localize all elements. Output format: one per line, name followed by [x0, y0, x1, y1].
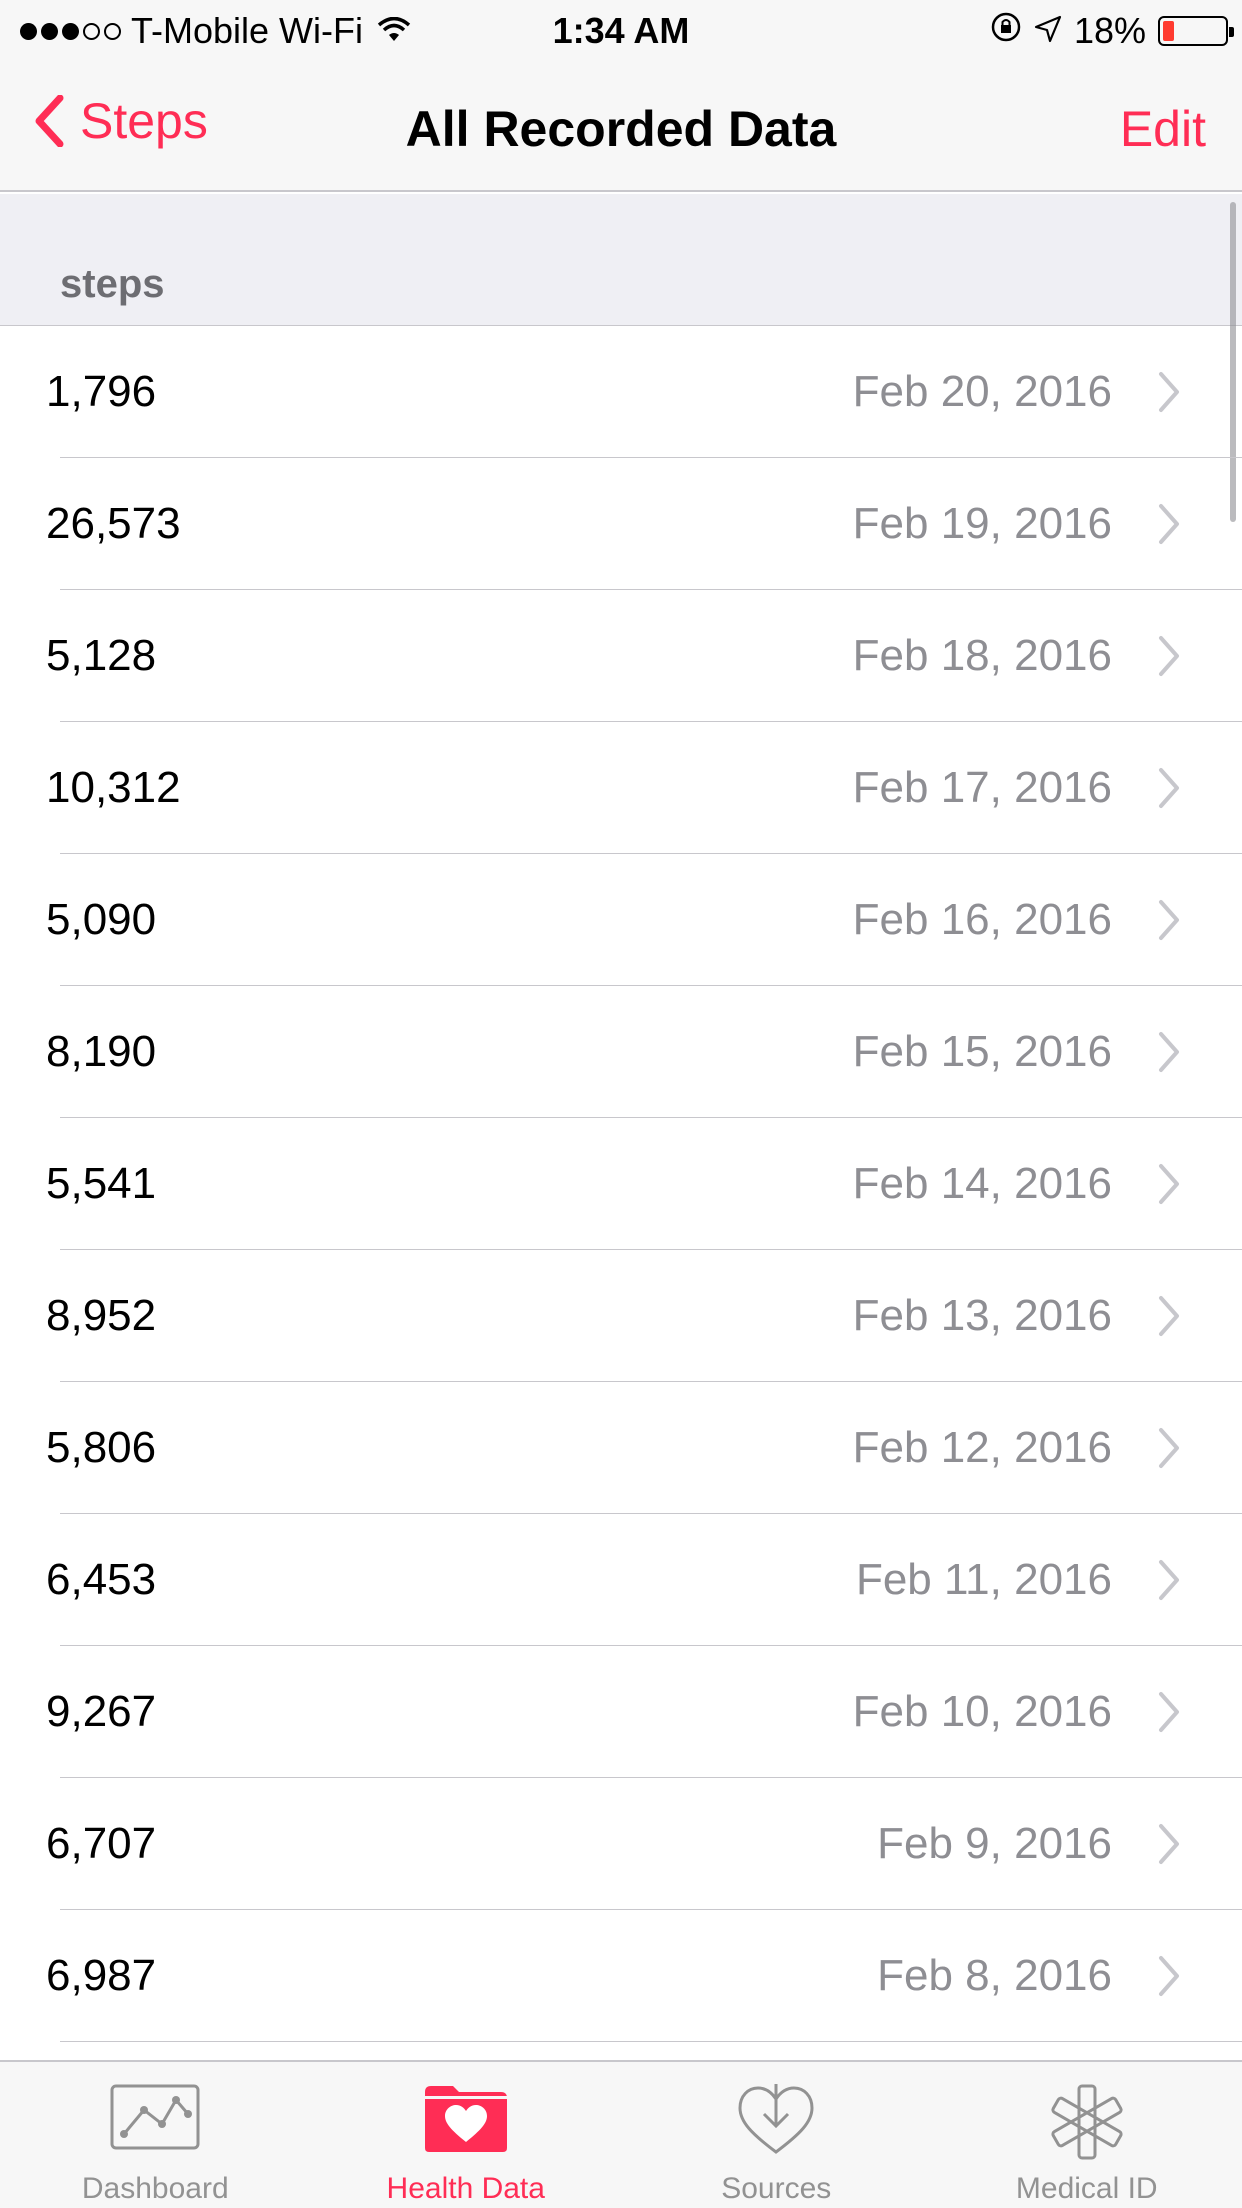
list-item[interactable]: 8,952 Feb 13, 2016 [0, 1250, 1242, 1382]
orientation-lock-icon [990, 10, 1022, 52]
list-item[interactable]: 6,707 Feb 9, 2016 [0, 1778, 1242, 1910]
record-date: Feb 11, 2016 [855, 1555, 1112, 1604]
record-date: Feb 18, 2016 [852, 631, 1112, 680]
list-item[interactable]: 8,190 Feb 15, 2016 [0, 986, 1242, 1118]
recorded-data-list: 1,796 Feb 20, 2016 26,573 Feb 19, 2016 5,128… [0, 326, 1242, 2042]
chevron-right-icon [1158, 1558, 1180, 1607]
chevron-right-icon [1158, 1030, 1180, 1079]
record-date: Feb 10, 2016 [852, 1687, 1112, 1736]
section-header-label: steps [60, 262, 165, 306]
tab-label: Dashboard [81, 2172, 229, 2205]
sources-download-heart-icon [734, 2084, 818, 2161]
record-date: Feb 15, 2016 [852, 1027, 1112, 1076]
record-date: Feb 17, 2016 [852, 763, 1112, 812]
list-item[interactable]: 1,796 Feb 20, 2016 [0, 326, 1242, 458]
status-bar: T-Mobile Wi-Fi 1:34 AM 18% [0, 0, 1242, 62]
step-count: 5,541 [46, 1159, 157, 1208]
record-date: Feb 19, 2016 [852, 499, 1112, 548]
health-data-folder-icon [423, 2084, 509, 2159]
step-count: 6,453 [46, 1555, 157, 1604]
record-date: Feb 13, 2016 [852, 1291, 1112, 1340]
step-count: 6,707 [46, 1819, 157, 1868]
navigation-bar: Steps All Recorded Data Edit [0, 62, 1242, 192]
step-count: 1,796 [46, 367, 157, 416]
step-count: 26,573 [46, 499, 181, 548]
tab-label: Health Data [386, 2172, 545, 2205]
section-header: steps [0, 194, 1242, 326]
chevron-right-icon [1158, 502, 1180, 551]
step-count: 6,987 [46, 1951, 157, 2000]
tab-label: Sources [721, 2172, 832, 2205]
battery-level [1163, 21, 1174, 41]
list-item[interactable]: 5,806 Feb 12, 2016 [0, 1382, 1242, 1514]
chevron-right-icon [1158, 1162, 1180, 1211]
tab-dashboard[interactable]: Dashboard [0, 2062, 311, 2208]
step-count: 10,312 [46, 763, 181, 812]
tab-bar: Dashboard Health Data Sources Medical ID [0, 2060, 1242, 2208]
page-title: All Recorded Data [405, 101, 837, 157]
chevron-right-icon [1158, 1690, 1180, 1739]
chevron-right-icon [1158, 370, 1180, 419]
location-arrow-icon [1034, 10, 1062, 52]
battery-percent: 18% [1073, 10, 1146, 51]
chevron-right-icon [1158, 634, 1180, 683]
step-count: 9,267 [46, 1687, 157, 1736]
medical-id-asterisk-icon [1047, 2084, 1127, 2165]
list-item[interactable]: 6,453 Feb 11, 2016 [0, 1514, 1242, 1646]
list-item[interactable]: 5,541 Feb 14, 2016 [0, 1118, 1242, 1250]
list-item[interactable]: 6,987 Feb 8, 2016 [0, 1910, 1242, 2042]
dashboard-chart-icon [110, 2084, 200, 2155]
battery-icon [1158, 16, 1234, 46]
tab-medical-id[interactable]: Medical ID [932, 2062, 1242, 2208]
step-count: 5,128 [46, 631, 157, 680]
chevron-right-icon [1158, 1426, 1180, 1475]
list-item[interactable]: 5,128 Feb 18, 2016 [0, 590, 1242, 722]
chevron-right-icon [1158, 1954, 1180, 2003]
list-item[interactable]: 26,573 Feb 19, 2016 [0, 458, 1242, 590]
record-date: Feb 8, 2016 [877, 1951, 1112, 2000]
tab-sources[interactable]: Sources [621, 2062, 932, 2208]
record-date: Feb 20, 2016 [852, 367, 1112, 416]
record-date: Feb 14, 2016 [852, 1159, 1112, 1208]
chevron-right-icon [1158, 766, 1180, 815]
tab-label: Medical ID [1015, 2172, 1158, 2205]
step-count: 8,952 [46, 1291, 157, 1340]
list-item[interactable]: 10,312 Feb 17, 2016 [0, 722, 1242, 854]
chevron-right-icon [1158, 898, 1180, 947]
list-item[interactable]: 5,090 Feb 16, 2016 [0, 854, 1242, 986]
step-count: 8,190 [46, 1027, 157, 1076]
chevron-right-icon [1158, 1822, 1180, 1871]
step-count: 5,090 [46, 895, 157, 944]
edit-button[interactable]: Edit [1120, 100, 1206, 158]
step-count: 5,806 [46, 1423, 157, 1472]
status-right: 18% [990, 10, 1234, 52]
record-date: Feb 9, 2016 [877, 1819, 1112, 1868]
record-date: Feb 12, 2016 [852, 1423, 1112, 1472]
tab-health-data[interactable]: Health Data [311, 2062, 622, 2208]
chevron-right-icon [1158, 1294, 1180, 1343]
list-item[interactable]: 9,267 Feb 10, 2016 [0, 1646, 1242, 1778]
record-date: Feb 16, 2016 [852, 895, 1112, 944]
